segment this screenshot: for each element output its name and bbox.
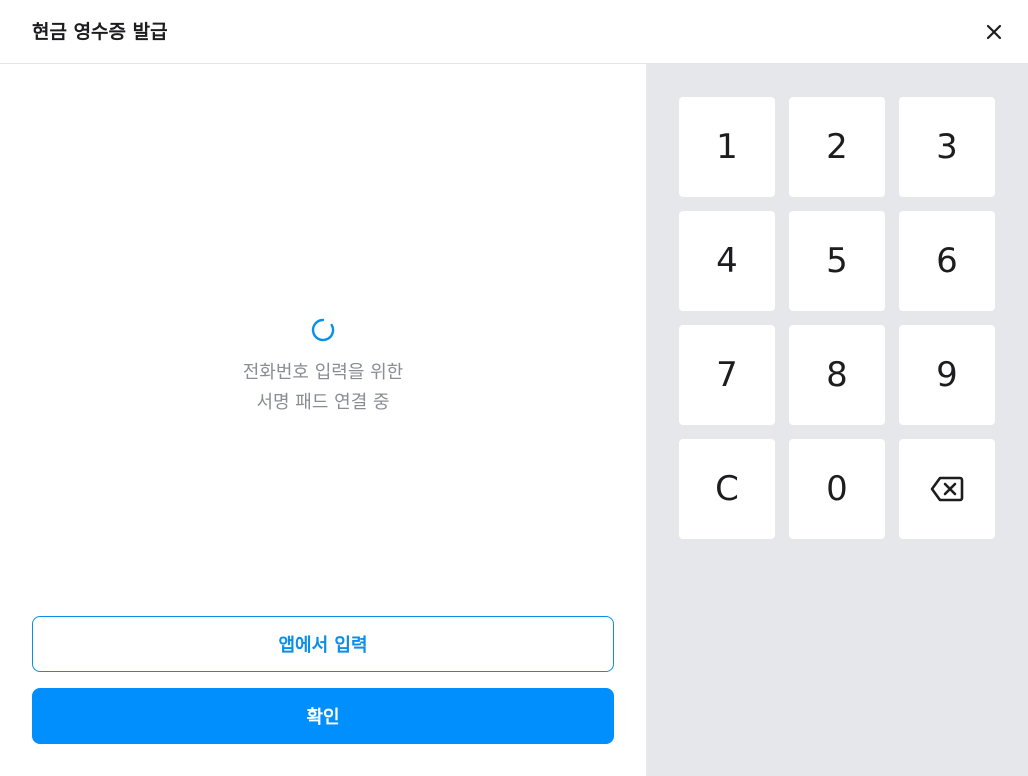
connection-status-text: 전화번호 입력을 위한 서명 패드 연결 중 bbox=[0, 358, 646, 418]
key-6[interactable]: 6 bbox=[899, 211, 995, 311]
numeric-keypad: 1 2 3 4 5 6 7 8 9 C 0 bbox=[679, 97, 995, 539]
status-panel: 전화번호 입력을 위한 서명 패드 연결 중 앱에서 입력 확인 bbox=[0, 64, 646, 776]
dialog-title: 현금 영수증 발급 bbox=[32, 21, 168, 43]
key-4[interactable]: 4 bbox=[679, 211, 775, 311]
close-button[interactable] bbox=[982, 20, 1006, 44]
key-7[interactable]: 7 bbox=[679, 325, 775, 425]
key-3[interactable]: 3 bbox=[899, 97, 995, 197]
key-clear[interactable]: C bbox=[679, 439, 775, 539]
key-0[interactable]: 0 bbox=[789, 439, 885, 539]
key-2[interactable]: 2 bbox=[789, 97, 885, 197]
key-1[interactable]: 1 bbox=[679, 97, 775, 197]
status-line-2: 서명 패드 연결 중 bbox=[256, 392, 390, 413]
keypad-panel: 1 2 3 4 5 6 7 8 9 C 0 bbox=[646, 64, 1028, 776]
key-9[interactable]: 9 bbox=[899, 325, 995, 425]
key-backspace[interactable] bbox=[899, 439, 995, 539]
cash-receipt-dialog: 현금 영수증 발급 전화번호 입력을 위한 서명 패드 연결 중 앱에서 입력 … bbox=[0, 0, 1028, 776]
key-5[interactable]: 5 bbox=[789, 211, 885, 311]
backspace-icon bbox=[930, 476, 964, 502]
confirm-button[interactable]: 확인 bbox=[32, 688, 614, 744]
dialog-header: 현금 영수증 발급 bbox=[0, 0, 1028, 64]
status-line-1: 전화번호 입력을 위한 bbox=[242, 362, 404, 383]
key-8[interactable]: 8 bbox=[789, 325, 885, 425]
close-icon bbox=[986, 24, 1002, 40]
app-input-button[interactable]: 앱에서 입력 bbox=[32, 616, 614, 672]
loading-spinner-icon bbox=[311, 318, 335, 342]
